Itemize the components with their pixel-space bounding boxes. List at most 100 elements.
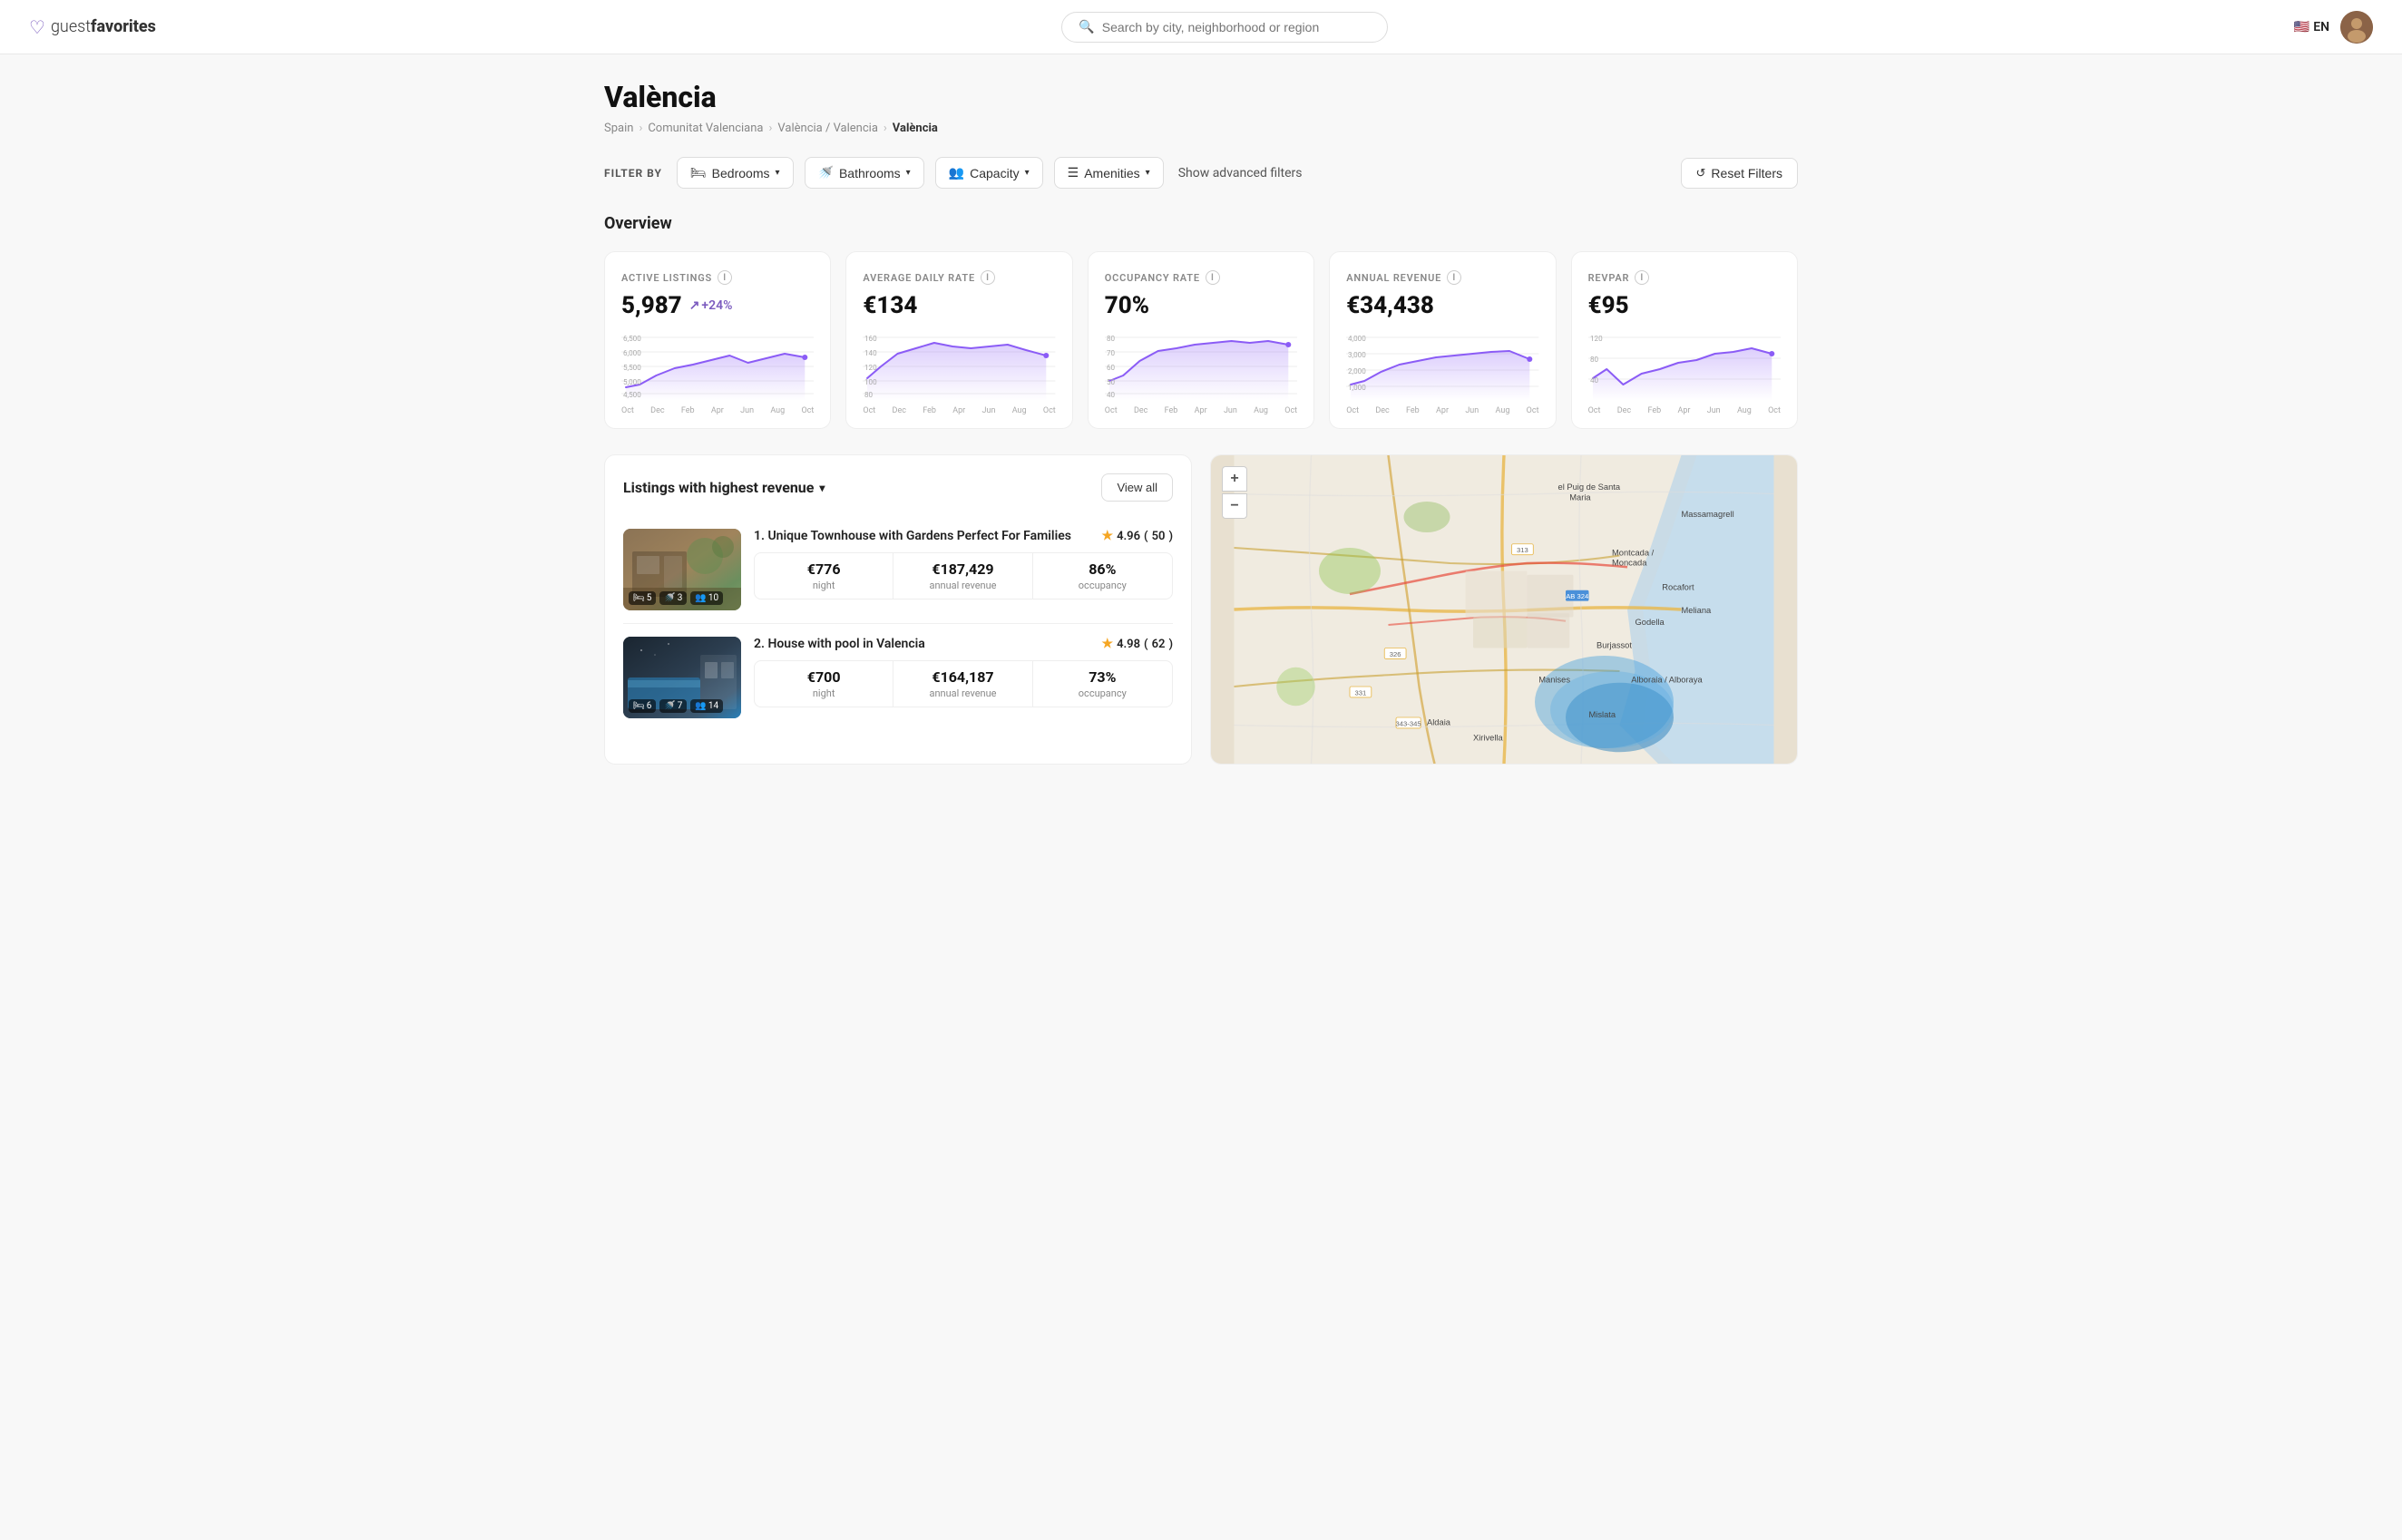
card-avg-daily-rate: AVERAGE DAILY RATE i €134 [845,251,1072,429]
bathrooms-filter[interactable]: 🚿 Bathrooms ▾ [805,157,924,189]
svg-text:1,000: 1,000 [1348,384,1366,392]
svg-text:Xirivella: Xirivella [1473,734,1504,743]
svg-text:80: 80 [864,391,874,399]
card-annual-revenue: ANNUAL REVENUE i €34,438 [1329,251,1556,429]
cap-badge-1: 👥 10 [690,591,723,605]
logo[interactable]: ♡ guestfavorites [29,16,156,38]
occupancy-cell-2: 73% occupancy [1033,661,1172,707]
main-content: València Spain › Comunitat Valenciana › … [575,54,1827,790]
revenue-cell-1: €187,429 annual revenue [893,553,1032,599]
bathrooms-label: Bathrooms [839,166,901,180]
breadcrumb-sep-2: › [769,122,773,135]
card-label-1: AVERAGE DAILY RATE i [863,270,1055,285]
bedrooms-label: Bedrooms [712,166,770,180]
reset-label: Reset Filters [1711,166,1782,180]
map-panel: el Puig de Santa Maria Massamagrell Mont… [1210,454,1798,765]
header-right: 🇺🇸 EN [2294,11,2373,44]
listings-header: Listings with highest revenue ▾ View all [623,473,1173,502]
zoom-in-button[interactable]: + [1222,466,1247,492]
info-icon-0[interactable]: i [718,270,732,285]
breadcrumb-sep-1: › [639,122,642,135]
info-icon-4[interactable]: i [1635,270,1649,285]
map-controls: + − [1222,466,1247,519]
capacity-icon: 👥 [949,165,964,180]
listing-info-1: 1. Unique Townhouse with Gardens Perfect… [754,529,1173,599]
svg-text:80: 80 [1107,335,1116,343]
svg-text:Maria: Maria [1569,492,1591,502]
breadcrumb-item-cv[interactable]: Comunitat Valenciana [648,122,763,135]
listing-stats-2: €700 night €164,187 annual revenue 73% o… [754,660,1173,707]
info-icon-3[interactable]: i [1447,270,1461,285]
card-occupancy-rate: OCCUPANCY RATE i 70% [1088,251,1314,429]
price-cell-1: €776 night [755,553,893,599]
reset-icon: ↺ [1696,166,1706,180]
chevron-down-icon-listings: ▾ [819,482,825,494]
breadcrumb-item-valencia[interactable]: València / Valencia [777,122,877,135]
info-icon-2[interactable]: i [1206,270,1220,285]
listing-thumbnail-1[interactable]: 🛏 5 🚿 3 👥 10 [623,529,741,610]
chevron-down-icon-bath: ▾ [906,168,911,178]
show-advanced-filters[interactable]: Show advanced filters [1178,166,1303,180]
listing-rating-2: ★ 4.98 (62) [1102,637,1174,651]
bed-badge-2: 🛏 6 [629,699,656,713]
listing-name-row-1: 1. Unique Townhouse with Gardens Perfect… [754,529,1173,543]
breadcrumb: Spain › Comunitat Valenciana › València … [604,122,1798,135]
listing-item-2: 🛏 6 🚿 7 👥 14 2. House with pool in Valen… [623,624,1173,731]
svg-text:6,500: 6,500 [623,335,641,343]
svg-text:Godella: Godella [1636,618,1665,627]
svg-text:120: 120 [1590,335,1603,343]
bedrooms-filter[interactable]: 🛏 Bedrooms ▾ [677,157,794,189]
svg-text:100: 100 [864,378,877,386]
avatar[interactable] [2340,11,2373,44]
thumb-badges-1: 🛏 5 🚿 3 👥 10 [629,591,723,605]
bath-badge-1: 🚿 3 [659,591,687,605]
breadcrumb-item-spain[interactable]: Spain [604,122,633,135]
map-container[interactable]: el Puig de Santa Maria Massamagrell Mont… [1211,455,1797,764]
map-svg: el Puig de Santa Maria Massamagrell Mont… [1211,455,1797,764]
card-value-1: €134 [863,292,1055,319]
info-icon-1[interactable]: i [981,270,995,285]
svg-text:Moncada: Moncada [1612,559,1647,568]
card-label-4: REVPAR i [1588,270,1781,285]
search-input[interactable] [1102,20,1372,34]
listing-rating-1: ★ 4.96 (50) [1102,529,1174,543]
listing-thumbnail-2[interactable]: 🛏 6 🚿 7 👥 14 [623,637,741,718]
arrow-up-icon: ↗ [689,298,700,313]
card-value-0: 5,987 ↗ +24% [621,292,814,319]
reset-filters-button[interactable]: ↺ Reset Filters [1681,158,1798,189]
bed-badge-1: 🛏 5 [629,591,656,605]
breadcrumb-sep-3: › [884,122,887,135]
capacity-label: Capacity [970,166,1019,180]
view-all-button[interactable]: View all [1101,473,1173,502]
svg-text:2,000: 2,000 [1348,367,1366,375]
listing-name-2[interactable]: 2. House with pool in Valencia [754,637,925,651]
mini-chart-1: 160 140 120 100 80 OctDecFebAprJunAugOct [863,328,1055,415]
search-icon: 🔍 [1079,20,1094,34]
svg-text:AB 324: AB 324 [1566,592,1589,600]
listings-panel: Listings with highest revenue ▾ View all [604,454,1192,765]
cap-badge-2: 👥 14 [690,699,723,713]
listing-item: 🛏 5 🚿 3 👥 10 1. Unique Townhouse with Ga… [623,516,1173,624]
svg-text:60: 60 [1107,364,1116,372]
language-selector[interactable]: 🇺🇸 EN [2294,20,2329,34]
svg-text:Montcada /: Montcada / [1612,549,1655,558]
listings-title[interactable]: Listings with highest revenue ▾ [623,479,825,496]
logo-heart-icon: ♡ [29,16,45,38]
amenities-label: Amenities [1084,166,1139,180]
breadcrumb-item-active: València [893,122,938,135]
search-bar[interactable]: 🔍 [1061,12,1388,43]
svg-text:50: 50 [1107,378,1116,386]
capacity-filter[interactable]: 👥 Capacity ▾ [935,157,1043,189]
amenities-filter[interactable]: ☰ Amenities ▾ [1054,157,1164,189]
listing-name-1[interactable]: 1. Unique Townhouse with Gardens Perfect… [754,529,1071,543]
chevron-down-icon: ▾ [775,168,779,178]
svg-text:Alboraia / Alboraya: Alboraia / Alboraya [1631,676,1703,685]
zoom-out-button[interactable]: − [1222,493,1247,519]
price-cell-2: €700 night [755,661,893,707]
card-revpar: REVPAR i €95 [1571,251,1798,429]
card-label-0: ACTIVE LISTINGS i [621,270,814,285]
svg-text:326: 326 [1390,650,1401,658]
svg-text:4,000: 4,000 [1348,335,1366,343]
svg-text:Aldaia: Aldaia [1427,718,1451,727]
card-value-2: 70% [1105,292,1297,319]
